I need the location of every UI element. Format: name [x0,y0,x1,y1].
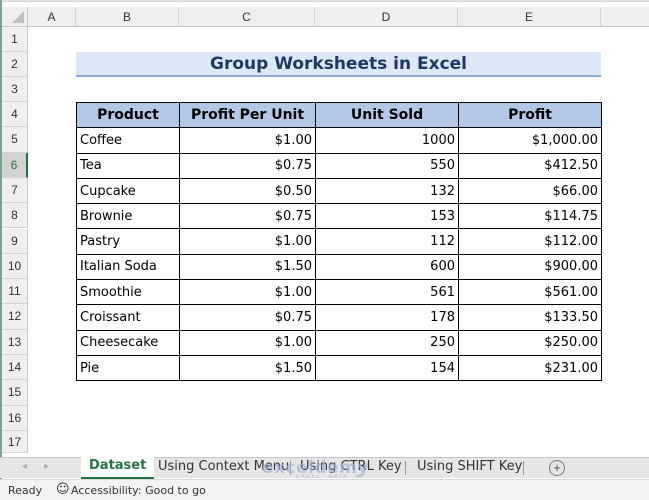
unit-sold-cell[interactable]: 154 [315,354,459,382]
unit-sold-cell[interactable]: 178 [315,304,459,331]
table-row: Coffee $1.00 1000 $1,000.00 [76,127,602,154]
unit-sold-cell[interactable]: 561 [315,279,459,306]
data-table: Product Profit Per Unit Unit Sold Profit… [76,101,602,382]
row-header-11[interactable]: 11 [2,279,28,305]
select-all-triangle-icon [12,11,24,23]
tab-using-shift-key[interactable]: Using SHIFT Key [409,458,530,478]
row-header-15[interactable]: 15 [2,380,28,406]
header-profit-per-unit[interactable]: Profit Per Unit [179,101,316,129]
accessibility-status[interactable]: Accessibility: Good to go [71,484,206,497]
profit-cell[interactable]: $900.00 [458,253,602,281]
row-header-9[interactable]: 9 [2,228,28,254]
row-header-7[interactable]: 7 [2,177,28,204]
unit-sold-cell[interactable]: 153 [315,203,459,230]
column-header-c[interactable]: C [179,7,315,27]
tab-scroll-left-icon[interactable]: ◂ [22,461,27,472]
header-product[interactable]: Product [76,101,180,129]
sheet-title[interactable]: Group Worksheets in Excel [76,52,601,77]
profit-per-unit-cell[interactable]: $0.75 [179,304,316,331]
unit-sold-cell[interactable]: 132 [315,177,459,205]
table-row: Croissant $0.75 178 $133.50 [76,304,602,331]
table-row: Cheesecake $1.00 250 $250.00 [76,329,602,356]
row-header-14[interactable]: 14 [2,355,28,381]
profit-cell[interactable]: $250.00 [458,329,602,356]
row-header-1[interactable]: 1 [2,27,28,52]
row-header-4[interactable]: 4 [2,102,28,128]
row-header-6[interactable]: 6 [2,152,28,178]
tab-scroll-right-icon[interactable]: ▸ [44,461,49,472]
row-header-10[interactable]: 10 [2,253,28,280]
row-header-8[interactable]: 8 [2,203,28,229]
column-header-f[interactable] [601,7,649,27]
tab-dataset[interactable]: Dataset [81,457,155,479]
table-row: Cupcake $0.50 132 $66.00 [76,177,602,205]
profit-cell[interactable]: $133.50 [458,304,602,331]
product-cell[interactable]: Coffee [76,127,180,154]
unit-sold-cell[interactable]: 250 [315,329,459,356]
profit-per-unit-cell[interactable]: $1.00 [179,228,316,255]
profit-per-unit-cell[interactable]: $1.00 [179,127,316,154]
table-row: Pie $1.50 154 $231.00 [76,354,602,382]
column-header-d[interactable]: D [315,7,458,27]
header-profit[interactable]: Profit [458,101,602,129]
unit-sold-cell[interactable]: 550 [315,152,459,179]
product-cell[interactable]: Smoothie [76,279,180,306]
tab-separator [523,461,524,475]
profit-cell[interactable]: $1,000.00 [458,127,602,154]
profit-cell[interactable]: $412.50 [458,152,602,179]
column-header-a[interactable]: A [28,7,76,27]
profit-per-unit-cell[interactable]: $1.00 [179,279,316,306]
row-header-17[interactable]: 17 [2,430,28,453]
profit-per-unit-cell[interactable]: $0.50 [179,177,316,205]
profit-cell[interactable]: $112.00 [458,228,602,255]
product-cell[interactable]: Brownie [76,203,180,230]
add-sheet-icon[interactable]: + [549,460,565,476]
row-header-5[interactable]: 5 [2,127,28,153]
table-row: Smoothie $1.00 561 $561.00 [76,279,602,306]
profit-cell[interactable]: $561.00 [458,279,602,306]
profit-per-unit-cell[interactable]: $0.75 [179,203,316,230]
profit-cell[interactable]: $114.75 [458,203,602,230]
table-row: Brownie $0.75 153 $114.75 [76,203,602,230]
table-row: Tea $0.75 550 $412.50 [76,152,602,179]
profit-per-unit-cell[interactable]: $1.50 [179,253,316,281]
product-cell[interactable]: Croissant [76,304,180,331]
product-cell[interactable]: Pastry [76,228,180,255]
profit-per-unit-cell[interactable]: $1.50 [179,354,316,382]
select-all-button[interactable] [2,7,28,27]
accessibility-icon[interactable]: ☺ [56,482,70,497]
profit-per-unit-cell[interactable]: $1.00 [179,329,316,356]
tab-separator [405,461,406,475]
product-cell[interactable]: Cupcake [76,177,180,205]
top-strip [0,0,649,2]
table-row: Italian Soda $1.50 600 $900.00 [76,253,602,281]
product-cell[interactable]: Pie [76,354,180,382]
row-header-3[interactable]: 3 [2,77,28,102]
status-ready: Ready [8,484,43,497]
unit-sold-cell[interactable]: 600 [315,253,459,281]
row-header-16[interactable]: 16 [2,405,28,431]
row-header-2[interactable]: 2 [2,52,28,77]
column-header-b[interactable]: B [76,7,179,27]
product-cell[interactable]: Cheesecake [76,329,180,356]
product-cell[interactable]: Tea [76,152,180,179]
table-row: Pastry $1.00 112 $112.00 [76,228,602,255]
profit-per-unit-cell[interactable]: $0.75 [179,152,316,179]
row-header-13[interactable]: 13 [2,329,28,355]
header-unit-sold[interactable]: Unit Sold [315,101,459,129]
column-header-e[interactable]: E [458,7,601,27]
row-header-12[interactable]: 12 [2,304,28,330]
unit-sold-cell[interactable]: 1000 [315,127,459,154]
unit-sold-cell[interactable]: 112 [315,228,459,255]
product-cell[interactable]: Italian Soda [76,253,180,281]
status-bar: Ready ☺ Accessibility: Good to go [0,479,649,500]
table-header-row: Product Profit Per Unit Unit Sold Profit [76,101,602,129]
profit-cell[interactable]: $66.00 [458,177,602,205]
profit-cell[interactable]: $231.00 [458,354,602,382]
